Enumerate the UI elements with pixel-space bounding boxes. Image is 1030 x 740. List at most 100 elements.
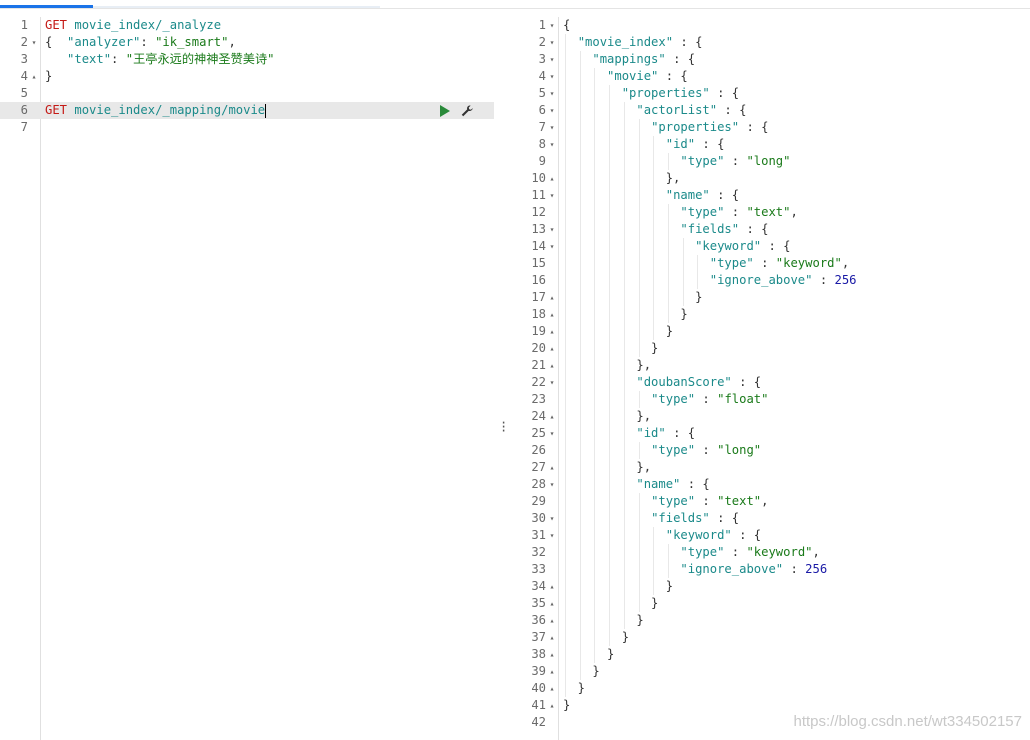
line-number: 1 [538,18,546,32]
code-token: "mappings" [592,52,666,66]
indent-guide [565,34,566,697]
code-text: "type" : "keyword", [563,255,849,272]
fold-arrow-icon[interactable]: ▾ [547,136,557,153]
response-line: 14 ▾ "keyword" : { [510,238,1030,255]
line-number: 8 [538,137,546,151]
fold-arrow-icon[interactable]: ▾ [547,102,557,119]
code-token: "float" [717,392,769,406]
line-number: 42 [531,715,546,729]
fold-arrow-icon[interactable]: ▾ [547,221,557,238]
request-line[interactable]: 5 [0,85,494,102]
code-text: "keyword" : { [563,238,790,255]
request-line[interactable]: 4 ▴} [0,68,494,85]
unfold-arrow-icon[interactable]: ▴ [547,697,557,714]
code-token: "王亭永远的神神圣赞美诗" [125,52,275,66]
wrench-icon[interactable] [460,104,474,118]
request-line[interactable]: 7 [0,119,494,136]
fold-arrow-icon[interactable]: ▾ [547,238,557,255]
unfold-arrow-icon[interactable]: ▴ [547,323,557,340]
code-token: : { [717,103,747,117]
response-line: 25 ▾ "id" : { [510,425,1030,442]
unfold-arrow-icon[interactable]: ▴ [547,629,557,646]
request-line[interactable]: 1 GET movie_index/_analyze [0,17,494,34]
code-token: : [724,205,747,219]
code-token: : { [761,239,791,253]
code-token: : { [739,222,769,236]
unfold-arrow-icon[interactable]: ▴ [547,680,557,697]
line-number: 2 [20,35,28,49]
fold-arrow-icon[interactable]: ▾ [547,374,557,391]
response-line: 1 ▾ { [510,17,1030,34]
fold-arrow-icon[interactable]: ▾ [547,476,557,493]
fold-arrow-icon[interactable]: ▾ [29,34,39,51]
response-line: 19 ▴ } [510,323,1030,340]
line-number: 9 [538,154,546,168]
pane-splitter[interactable]: · · · [494,17,510,740]
code-token: : [695,392,718,406]
fold-arrow-icon[interactable]: ▾ [547,527,557,544]
code-text: "name" : { [563,476,709,493]
fold-arrow-icon[interactable]: ▾ [547,51,557,68]
fold-arrow-icon[interactable]: ▾ [547,34,557,51]
code-token: "name" [665,188,710,202]
response-line: 13 ▾ "fields" : { [510,221,1030,238]
fold-arrow-icon[interactable]: ▾ [547,85,557,102]
response-line: 29 "type" : "text", [510,493,1030,510]
fold-arrow-icon[interactable]: ▾ [547,425,557,442]
line-number: 4 [538,69,546,83]
line-number: 22 [531,375,546,389]
unfold-arrow-icon[interactable]: ▴ [547,289,557,306]
code-token: movie_index/_mapping/movie [74,103,266,117]
code-token: : [812,273,835,287]
request-editor[interactable]: 1 GET movie_index/_analyze 2 ▾ { "analyzer":… [0,17,494,740]
fold-arrow-icon[interactable]: ▾ [547,187,557,204]
fold-arrow-icon[interactable]: ▾ [547,510,557,527]
code-token: : { [658,69,688,83]
request-line[interactable]: 6 GET movie_index/_mapping/movie [0,102,494,119]
unfold-arrow-icon[interactable]: ▴ [547,612,557,629]
indent-guide [579,51,581,680]
request-line[interactable]: 2 ▾ { "analyzer": "ik_smart", [0,34,494,51]
unfold-arrow-icon[interactable]: ▴ [547,408,557,425]
line-number: 2 [538,35,546,49]
code-token: , [812,545,820,559]
fold-arrow-icon[interactable]: ▾ [547,17,557,34]
code-token: : { [709,86,740,100]
fold-arrow-icon[interactable]: ▾ [547,119,557,136]
unfold-arrow-icon[interactable]: ▴ [547,306,557,323]
fold-arrow-icon[interactable]: ▾ [547,68,557,85]
code-text: "movie" : { [563,68,688,85]
code-text: "name" : { [563,187,739,204]
unfold-arrow-icon[interactable]: ▴ [547,663,557,680]
code-token: } [563,307,688,321]
code-token: "long" [717,443,762,457]
unfold-arrow-icon[interactable]: ▴ [547,459,557,476]
code-token: : { [665,426,696,440]
code-token: } [563,630,630,644]
indent-guide [667,153,669,170]
unfold-arrow-icon[interactable]: ▴ [547,646,557,663]
unfold-arrow-icon[interactable]: ▴ [547,357,557,374]
play-icon[interactable] [440,104,450,117]
unfold-arrow-icon[interactable]: ▴ [547,340,557,357]
code-text: "mappings" : { [563,51,695,68]
response-line: 30 ▾ "fields" : { [510,510,1030,527]
unfold-arrow-icon[interactable]: ▴ [547,170,557,187]
unfold-arrow-icon[interactable]: ▴ [547,595,557,612]
code-text: "text": "王亭永远的神神圣赞美诗" [45,51,274,68]
indent-guide [638,391,640,408]
response-line: 31 ▾ "keyword" : { [510,527,1030,544]
line-number: 41 [531,698,546,712]
code-text: "actorList" : { [563,102,746,119]
code-token: : [724,154,747,168]
unfold-arrow-icon[interactable]: ▴ [547,578,557,595]
unfold-arrow-icon[interactable]: ▴ [29,68,39,85]
drag-handle-icon[interactable]: · · · [500,417,507,437]
code-text: GET movie_index/_mapping/movie [45,102,267,119]
response-line: 8 ▾ "id" : { [510,136,1030,153]
code-token: }, [563,358,652,372]
request-line[interactable]: 3 "text": "王亭永远的神神圣赞美诗" [0,51,494,68]
code-text: } [563,340,658,357]
response-line: 41 ▴} [510,697,1030,714]
